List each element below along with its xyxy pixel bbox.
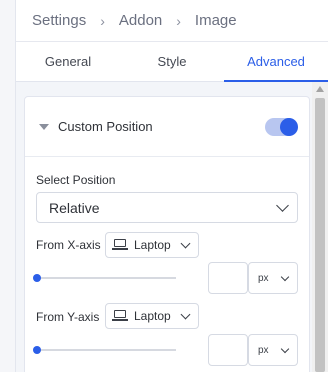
x-axis-slider-handle[interactable] (33, 274, 41, 282)
laptop-icon (112, 310, 128, 322)
x-axis-device-label: Laptop (134, 238, 171, 252)
x-axis-value-input[interactable] (208, 262, 248, 294)
chevron-down-icon (280, 272, 290, 281)
settings-panel: Settings › Addon › Image General Style A… (16, 0, 328, 372)
y-axis-unit-label: px (258, 344, 269, 356)
position-select-value: Relative (49, 199, 100, 216)
y-axis-device-select[interactable]: Laptop (105, 303, 199, 329)
custom-position-card: Custom Position Select Position Relative… (24, 96, 310, 372)
scroll-up-arrow-icon[interactable] (316, 86, 324, 92)
toggle-knob (280, 117, 298, 136)
y-axis-device-label: Laptop (134, 309, 171, 323)
y-axis-slider-track[interactable] (37, 349, 176, 351)
laptop-icon (112, 239, 128, 251)
x-axis-unit-select[interactable]: px (248, 262, 298, 294)
select-position-label: Select Position (36, 173, 116, 187)
x-axis-device-select[interactable]: Laptop (105, 232, 199, 258)
x-axis-unit-label: px (258, 272, 269, 284)
breadcrumb-separator: › (176, 12, 181, 29)
caret-down-icon[interactable] (39, 123, 49, 130)
y-axis-slider-handle[interactable] (33, 346, 41, 354)
custom-position-toggle[interactable] (265, 117, 298, 136)
chevron-down-icon (180, 238, 191, 248)
scrollbar-thumb[interactable] (315, 98, 325, 372)
tab-bar: General Style Advanced (16, 42, 328, 82)
y-axis-label: From Y-axis (36, 310, 100, 324)
chevron-down-icon (280, 344, 290, 353)
left-edge-strip (0, 0, 16, 372)
x-axis-slider-track[interactable] (37, 277, 176, 279)
breadcrumb: Settings › Addon › Image (16, 0, 328, 42)
tab-advanced[interactable]: Advanced (224, 42, 328, 82)
breadcrumb-image: Image (194, 12, 237, 29)
breadcrumb-settings[interactable]: Settings (32, 12, 86, 29)
x-axis-label: From X-axis (36, 238, 101, 252)
breadcrumb-separator: › (100, 12, 105, 29)
chevron-down-icon (180, 309, 191, 319)
section-title: Custom Position (58, 119, 153, 134)
y-axis-value-input[interactable] (208, 334, 248, 366)
chevron-down-icon (267, 199, 297, 212)
tab-general[interactable]: General (16, 42, 120, 81)
position-select[interactable]: Relative (36, 192, 298, 223)
y-axis-unit-select[interactable]: px (248, 334, 298, 366)
section-header[interactable]: Custom Position (25, 97, 309, 157)
breadcrumb-addon[interactable]: Addon (119, 12, 162, 29)
tab-style[interactable]: Style (120, 42, 224, 81)
